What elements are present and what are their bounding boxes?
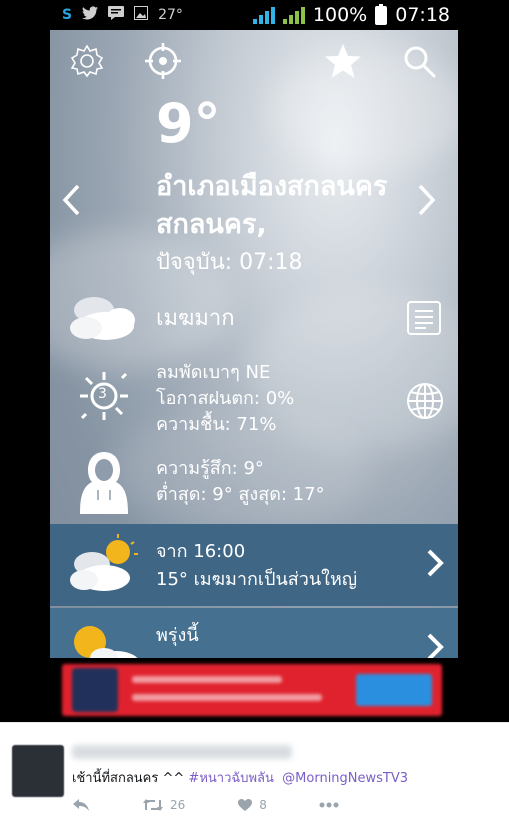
previous-location-chevron-icon[interactable] (56, 180, 86, 220)
rain-chance-text: โอกาสฝนตก: 0% (156, 388, 295, 409)
ad-content-blurred (62, 664, 442, 716)
like-button[interactable]: 8 (237, 798, 267, 812)
feels-like-details: ความรู้สึก: 9° ต่ำสุด: 9° สูงสุด: 17° (156, 456, 325, 508)
globe-icon[interactable] (406, 382, 444, 424)
image-icon (134, 6, 149, 24)
status-temperature: 27° (158, 7, 183, 23)
forecast-later-summary: 15° เมฆมากเป็นส่วนใหญ่ (156, 569, 358, 590)
status-bar: S 27° 100% 07:18 (50, 0, 458, 30)
clock: 07:18 (395, 4, 450, 26)
search-icon[interactable] (400, 42, 438, 80)
wind-text: ลมพัดเบาๆ NE (156, 362, 271, 383)
reply-button[interactable] (72, 798, 90, 812)
cloudy-icon (64, 286, 144, 350)
details-document-icon[interactable] (406, 300, 442, 340)
chat-icon (108, 6, 125, 24)
tweet-card: เช้านี้ที่สกลนคร ^^ #หนาวฉับพลัน @Mornin… (0, 722, 509, 828)
forecast-tomorrow-day: พรุ่งนี้ (156, 625, 199, 646)
feels-like-text: ความรู้สึก: 9° (156, 458, 264, 479)
location-name: อำเภอเมืองสกลนคร สกลนคร, (156, 171, 388, 240)
mention-link[interactable]: @MorningNewsTV3 (282, 771, 408, 786)
battery-percent: 100% (312, 4, 368, 26)
forecast-later-text: จาก 16:00 15° เมฆมากเป็นส่วนใหญ่ (156, 538, 357, 594)
forecast-later-time: จาก 16:00 (156, 541, 246, 562)
sunny-cloud-icon (68, 620, 142, 658)
current-temperature: 9° (156, 92, 221, 155)
uv-sun-icon: 3 (74, 366, 134, 426)
like-count: 8 (259, 798, 267, 812)
more-dots-icon (319, 802, 339, 808)
locate-icon[interactable] (144, 42, 182, 80)
retweet-count: 26 (170, 798, 186, 812)
forecast-row-later[interactable]: จาก 16:00 15° เมฆมากเป็นส่วนใหญ่ (50, 524, 458, 606)
battery-icon (375, 3, 388, 25)
star-icon[interactable] (324, 42, 362, 80)
signal-icon (252, 6, 275, 24)
updated-time: ปัจจุบัน: 07:18 (156, 250, 303, 275)
tweet-text: เช้านี้ที่สกลนคร ^^ #หนาวฉับพลัน @Mornin… (72, 767, 408, 788)
hashtag-link[interactable]: #หนาวฉับพลัน (188, 771, 273, 786)
forecast-tomorrow-chevron-icon (426, 632, 444, 658)
forecast-row-tomorrow[interactable]: พรุ่งนี้ (50, 608, 458, 658)
ad-app-logo (72, 668, 118, 712)
min-max-text: ต่ำสุด: 9° สูงสุด: 17° (156, 484, 325, 505)
signal-2-icon (282, 6, 305, 24)
avatar[interactable] (12, 745, 64, 797)
forecast-later-chevron-icon (426, 548, 444, 586)
ad-install-button[interactable] (356, 674, 432, 706)
top-toolbar (50, 30, 458, 100)
retweet-button[interactable]: 26 (142, 798, 185, 812)
partly-cloudy-icon (64, 534, 142, 600)
tweet-author-blurred[interactable] (72, 745, 292, 759)
settings-gear-icon[interactable] (68, 42, 106, 80)
next-location-chevron-icon[interactable] (412, 180, 442, 220)
forecast-tomorrow-text: พรุ่งนี้ (156, 622, 199, 650)
skype-icon: S (62, 7, 73, 23)
weather-condition: เมฆมาก (156, 306, 235, 331)
twitter-icon (82, 6, 99, 24)
more-options-button[interactable] (319, 802, 339, 808)
retweet-icon (143, 799, 163, 811)
ad-banner[interactable] (50, 658, 458, 722)
weather-app: 9° อำเภอเมืองสกลนคร สกลนคร, ปัจจุบัน: 07… (50, 30, 458, 658)
uv-index: 3 (98, 386, 107, 402)
humidity-text: ความชื้น: 71% (156, 414, 277, 435)
tweet-text-body: เช้านี้ที่สกลนคร ^^ (72, 771, 189, 786)
weather-details: ลมพัดเบาๆ NE โอกาสฝนตก: 0% ความชื้น: 71% (156, 360, 294, 438)
heart-icon (238, 799, 253, 811)
tweet-actions: 26 8 (72, 795, 391, 815)
person-hoodie-icon (78, 450, 130, 520)
reply-icon (73, 799, 89, 811)
